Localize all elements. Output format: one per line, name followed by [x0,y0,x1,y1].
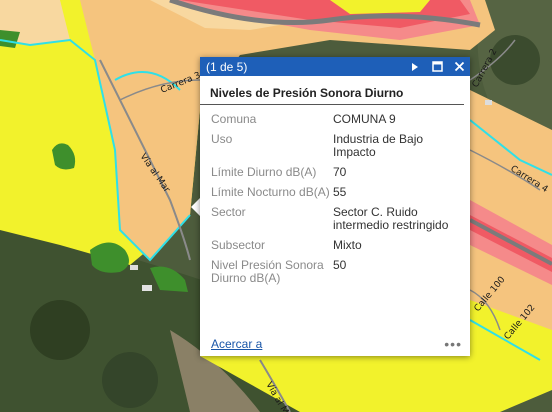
building [142,285,152,291]
attribute-label: Comuna [211,112,257,126]
building [130,265,138,270]
attribute-row: Sector Sector C. Ruido intermedio restri… [211,206,461,239]
more-options-icon[interactable]: ••• [444,337,462,351]
attribute-value: Sector C. Ruido intermedio restringido [333,205,449,232]
attribute-row: Límite Nocturno dB(A) 55 [211,186,461,206]
attribute-value: COMUNA 9 [333,112,396,126]
attribute-value: 55 [333,185,347,199]
attribute-row: Límite Diurno dB(A) 70 [211,166,461,186]
satellite-tree-cluster [102,352,158,408]
attribute-label: Límite Diurno dB(A) [211,165,317,179]
attribute-value: Industria de Bajo Impacto [333,132,424,159]
popup-counter: (1 de 5) [206,59,248,74]
feature-popup: (1 de 5) Niveles de Presión Sonora Diurn… [200,57,470,356]
attribute-row: Uso Industria de Bajo Impacto [211,133,461,166]
attribute-label: Nivel Presión Sonora Diurno dB(A) [211,258,324,285]
attribute-row: Subsector Mixto [211,239,461,259]
maximize-icon[interactable] [430,60,444,74]
satellite-tree-cluster [490,35,540,85]
building [485,100,492,105]
attribute-value: Mixto [333,238,362,252]
zoom-to-link[interactable]: Acercar a [211,337,444,351]
attribute-label: Uso [211,132,233,146]
attribute-row: Comuna COMUNA 9 [211,113,461,133]
attribute-label: Subsector [211,238,266,252]
attribute-label: Sector [211,205,246,219]
attribute-value: 50 [333,258,347,272]
popup-footer: Acercar a ••• [211,336,462,352]
attribute-row: Nivel Presión Sonora Diurno dB(A) 50 [211,259,461,292]
popup-title: Niveles de Presión Sonora Diurno [200,76,464,105]
attribute-value: 70 [333,165,347,179]
satellite-tree-cluster [30,300,90,360]
close-icon[interactable] [452,60,466,74]
attribute-table: Comuna COMUNA 9 Uso Industria de Bajo Im… [211,113,461,292]
next-arrow-icon[interactable] [408,60,422,74]
popup-header: (1 de 5) [200,57,470,76]
attribute-label: Límite Nocturno dB(A) [211,185,330,199]
